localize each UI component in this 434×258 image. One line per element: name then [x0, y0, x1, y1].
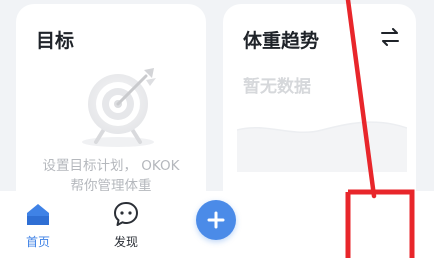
swap-arrows-icon[interactable] [380, 28, 400, 46]
target-icon [82, 68, 156, 147]
trend-no-data: 暂无数据 [243, 77, 311, 97]
add-record-button[interactable] [196, 200, 236, 240]
goal-card-title: 目标 [36, 30, 75, 52]
trend-card-title: 体重趋势 [243, 30, 320, 52]
plus-icon [207, 211, 225, 229]
goal-hint-line-1: 设置目标计划， OKOK [42, 158, 180, 174]
tab-home[interactable]: 首页 [8, 191, 68, 258]
tab-discover[interactable]: 发现 [96, 191, 156, 258]
chat-bubble-icon [114, 202, 138, 226]
tab-discover-label: 发现 [113, 235, 138, 249]
app-screen: 目标 设置目标计划， OKOK 帮你管理体重 体重趋势 暂无数据 首页 发现 [0, 0, 434, 258]
trend-placeholder-wave [237, 121, 407, 172]
tab-home-label: 首页 [25, 235, 50, 249]
home-icon [27, 204, 49, 225]
goal-empty-hint: 设置目标计划， OKOK 帮你管理体重 [22, 156, 200, 196]
